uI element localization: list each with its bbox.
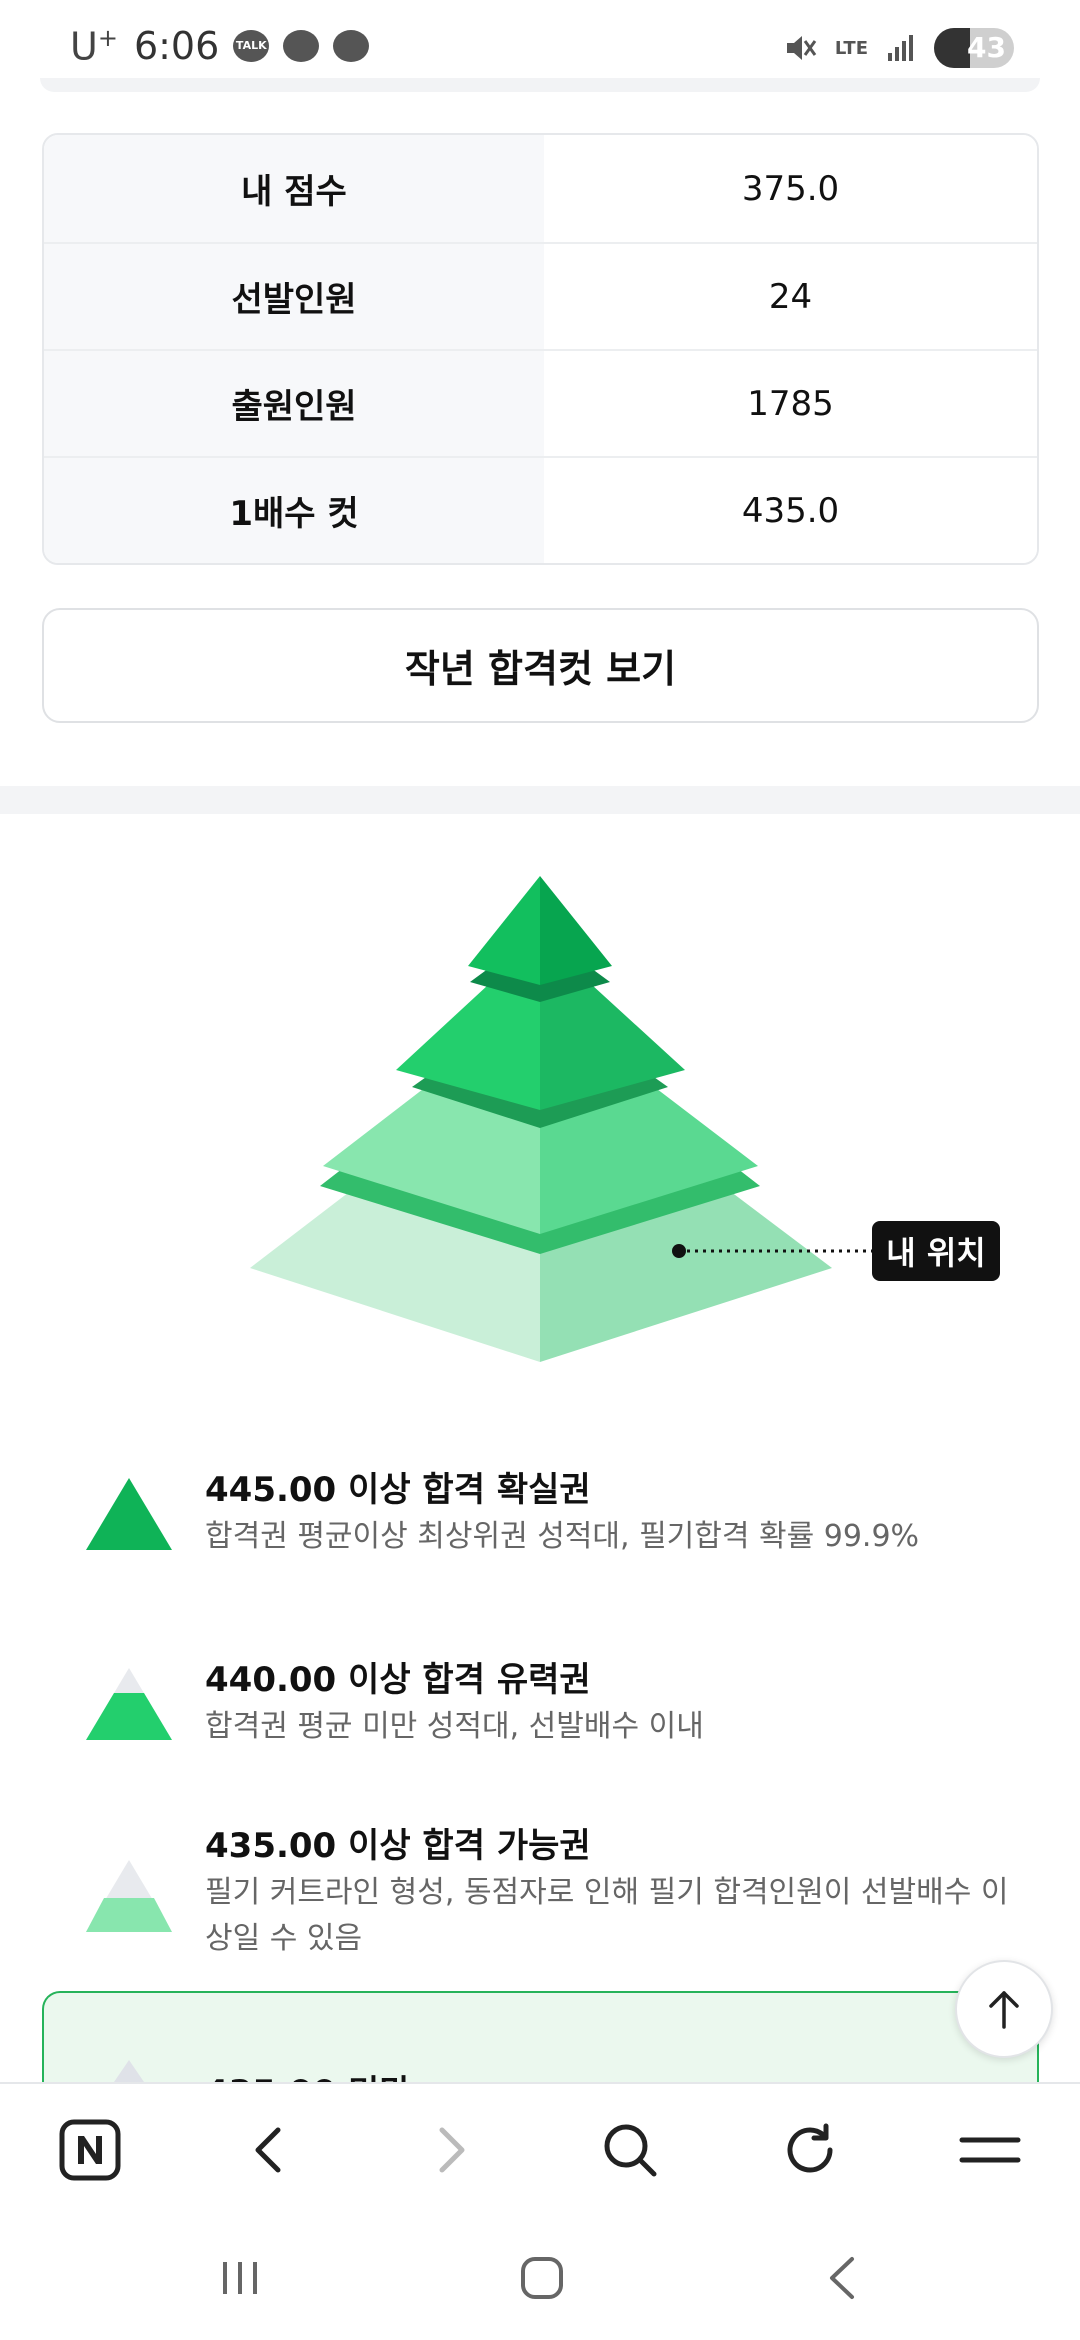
section-divider — [0, 786, 1080, 814]
legend-desc: 합격권 평균이상 최상위권 성적대, 필기합격 확률 99.9% — [205, 1519, 920, 1554]
row-label: 1배수 컷 — [44, 458, 544, 563]
table-row: 1배수 컷 435.0 — [44, 456, 1037, 563]
system-nav-bar — [0, 2214, 1080, 2340]
legend-title: 435.00 이상 합격 가능권 — [205, 1826, 591, 1866]
row-label: 내 점수 — [44, 135, 544, 242]
menu-button[interactable] — [954, 2114, 1026, 2186]
row-value: 375.0 — [544, 135, 1037, 242]
legend-title: 440.00 이상 합격 유력권 — [205, 1660, 591, 1700]
refresh-icon — [787, 2123, 833, 2173]
battery-indicator: 43 — [934, 28, 1014, 68]
home-button[interactable] — [512, 2248, 572, 2308]
legend-desc: 합격권 평균 미만 성적대, 선발배수 이내 — [205, 1709, 704, 1744]
legend-desc: 필기 커트라인 형성, 동점자로 인해 필기 합격인원이 선발배수 이상일 수 … — [205, 1875, 1009, 1956]
naver-home-button[interactable] — [54, 2114, 126, 2186]
back-button[interactable] — [234, 2114, 306, 2186]
system-back-icon — [830, 2257, 854, 2299]
row-label: 선발인원 — [44, 244, 544, 349]
system-back-button[interactable] — [812, 2248, 872, 2308]
lte-indicator: LTE — [834, 37, 868, 59]
menu-icon — [959, 2137, 1021, 2163]
recent-apps-icon — [223, 2262, 257, 2294]
tier-3-triangle-icon — [86, 1860, 172, 1932]
legend-title: 445.00 이상 합격 확실권 — [205, 1470, 591, 1510]
pyramid-tier-1-left — [468, 876, 540, 985]
previous-card-edge — [40, 78, 1040, 92]
row-value: 24 — [544, 244, 1037, 349]
table-row: 내 점수 375.0 — [44, 135, 1037, 242]
back-icon — [255, 2127, 281, 2173]
status-right: LTE 43 — [783, 28, 1014, 68]
browser-nav-bar — [0, 2082, 1080, 2214]
table-row: 선발인원 24 — [44, 242, 1037, 349]
chat-notification-icon — [333, 30, 370, 63]
refresh-button[interactable] — [774, 2114, 846, 2186]
pyramid-chart — [250, 876, 872, 1362]
search-button[interactable] — [594, 2114, 666, 2186]
home-icon — [521, 2257, 563, 2299]
scroll-top-button[interactable] — [955, 1960, 1053, 2058]
forward-button[interactable] — [414, 2114, 486, 2186]
tier-1-triangle-icon — [86, 1478, 172, 1550]
search-icon — [604, 2124, 657, 2177]
chat-notification-icon — [283, 30, 320, 63]
clock: 6:06 — [133, 24, 220, 69]
row-value: 1785 — [544, 351, 1037, 456]
signal-icon — [888, 35, 913, 61]
last-year-cutoff-button[interactable]: 작년 합격컷 보기 — [42, 608, 1039, 723]
score-table: 내 점수 375.0 선발인원 24 출원인원 1785 1배수 컷 435.0 — [42, 133, 1039, 565]
status-left: U+ 6:06 TALK — [70, 24, 370, 69]
row-value: 435.0 — [544, 458, 1037, 563]
my-position-tag: 내 위치 — [872, 1221, 1000, 1281]
forward-icon — [439, 2127, 465, 2173]
row-label: 출원인원 — [44, 351, 544, 456]
tier-2-triangle-icon — [86, 1668, 172, 1740]
table-row: 출원인원 1785 — [44, 349, 1037, 456]
kakaotalk-notification-icon: TALK — [233, 30, 270, 63]
arrow-up-icon — [989, 1991, 1019, 2029]
carrier-label: U+ — [70, 24, 118, 69]
naver-home-icon — [59, 2119, 121, 2181]
tier-4-triangle-icon — [114, 2060, 144, 2082]
mute-icon — [786, 36, 817, 60]
recent-apps-button[interactable] — [210, 2248, 270, 2308]
pyramid-tier-1-right — [540, 876, 612, 985]
